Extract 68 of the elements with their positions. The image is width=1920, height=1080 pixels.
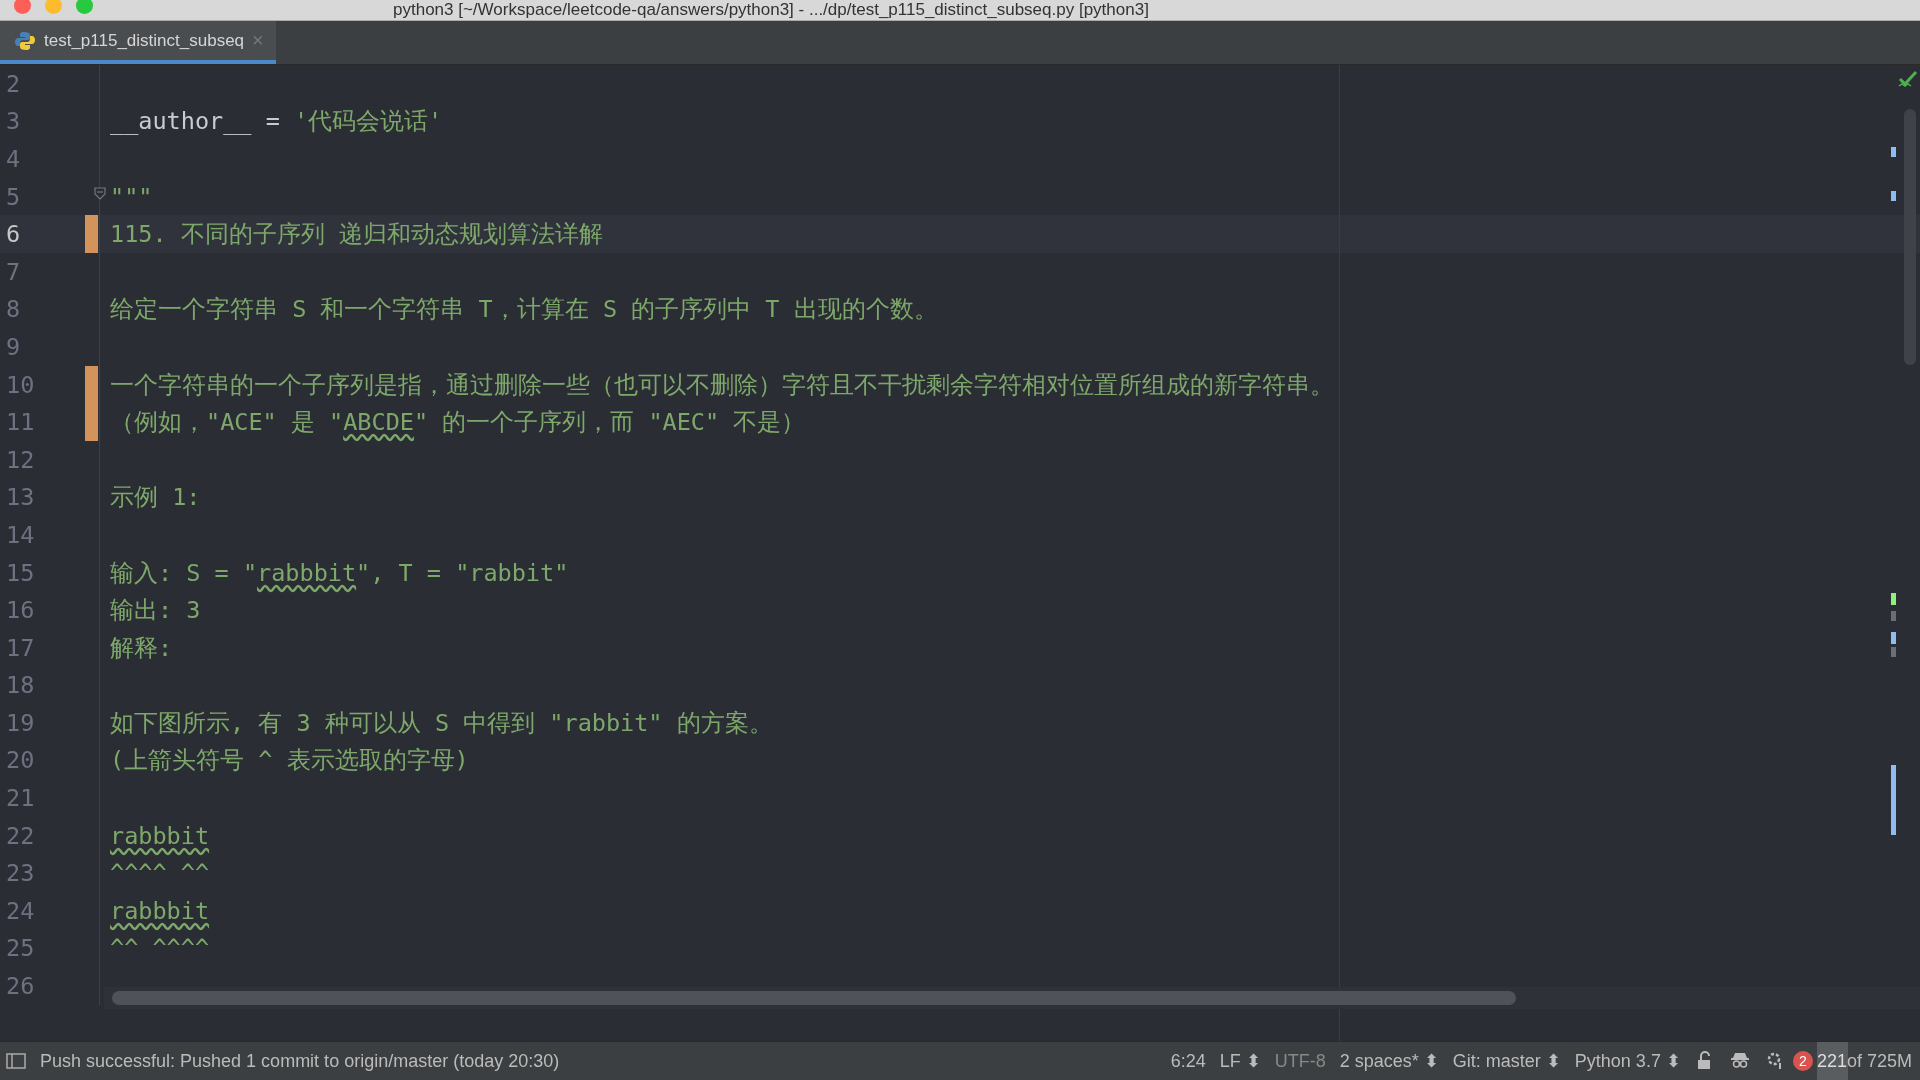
code-line: 如下图所示, 有 3 种可以从 S 中得到 "rabbit" 的方案。 bbox=[109, 707, 773, 739]
horizontal-scrollbar[interactable] bbox=[112, 991, 1516, 1005]
error-stripe-mark[interactable] bbox=[1891, 632, 1896, 644]
code-line: 一个字符串的一个子序列是指，通过删除一些（也可以不删除）字符且不干扰剩余字符相对位置所组成的新字符串。 bbox=[109, 369, 1334, 401]
status-item[interactable]: UTF-8 bbox=[1274, 1050, 1326, 1072]
zoom-window-button[interactable] bbox=[76, 0, 93, 14]
code-line: __author__ = '代码会说话' bbox=[109, 106, 443, 138]
line-number: 23 bbox=[5, 859, 36, 888]
line-number: 14 bbox=[5, 520, 36, 549]
status-message: Push successful: Pushed 1 commit to origin/master (today 20:30) bbox=[40, 1050, 561, 1072]
error-stripe-mark[interactable] bbox=[1891, 191, 1896, 201]
line-number: 15 bbox=[5, 558, 36, 587]
code-line: 给定一个字符串 S 和一个字符串 T，计算在 S 的子序列中 T 出现的个数。 bbox=[109, 294, 938, 326]
code-line: """ bbox=[109, 182, 153, 211]
status-item[interactable]: Python 3.7 ⬍ bbox=[1574, 1050, 1681, 1072]
status-item[interactable]: Git: master ⬍ bbox=[1452, 1050, 1561, 1072]
status-item[interactable]: 2 spaces* ⬍ bbox=[1339, 1050, 1439, 1072]
notification-badge[interactable]: 2 bbox=[1792, 1051, 1813, 1071]
error-stripe-mark[interactable] bbox=[1891, 611, 1896, 621]
line-number: 19 bbox=[5, 708, 36, 737]
code-line: 示例 1: bbox=[109, 482, 201, 514]
status-item[interactable]: 6:24 bbox=[1170, 1050, 1206, 1072]
code-line: ^^^^ ^^ bbox=[109, 859, 210, 888]
line-number: 2 bbox=[5, 69, 22, 98]
error-stripe-mark[interactable] bbox=[1891, 593, 1896, 605]
error-stripe-mark[interactable] bbox=[1891, 147, 1896, 157]
tool-windows-icon[interactable] bbox=[6, 1052, 26, 1070]
code-line: (上箭头符号 ^ 表示选取的字母) bbox=[109, 745, 469, 777]
fold-icon[interactable] bbox=[93, 185, 107, 200]
line-number: 13 bbox=[5, 483, 36, 512]
line-number: 21 bbox=[5, 784, 36, 813]
line-number: 6 bbox=[5, 220, 22, 249]
line-number: 16 bbox=[5, 596, 36, 625]
status-item[interactable]: LF ⬍ bbox=[1219, 1050, 1261, 1072]
line-number: 26 bbox=[5, 972, 36, 1001]
code-line: 解释: bbox=[109, 632, 173, 664]
memory-indicator[interactable]: 221of 725M bbox=[1816, 1042, 1920, 1080]
line-number: 22 bbox=[5, 821, 36, 850]
line-number: 12 bbox=[5, 445, 36, 474]
inspection-ok-icon[interactable] bbox=[1898, 69, 1918, 89]
code-line: （例如，"ACE" 是 "ABCDE" 的一个子序列，而 "AEC" 不是） bbox=[109, 407, 806, 439]
error-stripe-mark[interactable] bbox=[1891, 765, 1896, 835]
window-title: python3 [~/Workspace/leetcode-qa/answers/python3] - .../dp/test_p115_distinct_subseq.py [python3] bbox=[393, 0, 1149, 20]
line-number: 7 bbox=[5, 257, 22, 286]
line-number: 3 bbox=[5, 107, 22, 136]
code-line: rabbbit bbox=[109, 896, 210, 925]
line-number: 24 bbox=[5, 896, 36, 925]
close-window-button[interactable] bbox=[14, 0, 31, 14]
code-line: 115. 不同的子序列 递归和动态规划算法详解 bbox=[109, 219, 603, 251]
line-number: 5 bbox=[5, 182, 22, 211]
line-number: 17 bbox=[5, 633, 36, 662]
file-tab[interactable]: test_p115_distinct_subseq × bbox=[0, 21, 276, 64]
line-number: 10 bbox=[5, 370, 36, 399]
python-file-icon bbox=[14, 29, 36, 52]
line-number: 11 bbox=[5, 408, 36, 437]
code-line: rabbbit bbox=[109, 821, 210, 850]
code-line: 输入: S = "rabbbit", T = "rabbit" bbox=[109, 557, 569, 589]
line-number: 20 bbox=[5, 746, 36, 775]
tab-label: test_p115_distinct_subseq bbox=[44, 30, 245, 51]
code-line: ^^ ^^^^ bbox=[109, 934, 210, 963]
line-number: 4 bbox=[5, 145, 22, 173]
error-stripe-mark[interactable] bbox=[1891, 647, 1896, 657]
line-number: 9 bbox=[5, 332, 22, 361]
minimize-window-button[interactable] bbox=[45, 0, 62, 14]
line-number: 18 bbox=[5, 671, 36, 700]
line-number: 8 bbox=[5, 295, 22, 324]
line-number: 25 bbox=[5, 934, 36, 963]
code-line: 输出: 3 bbox=[109, 595, 201, 627]
